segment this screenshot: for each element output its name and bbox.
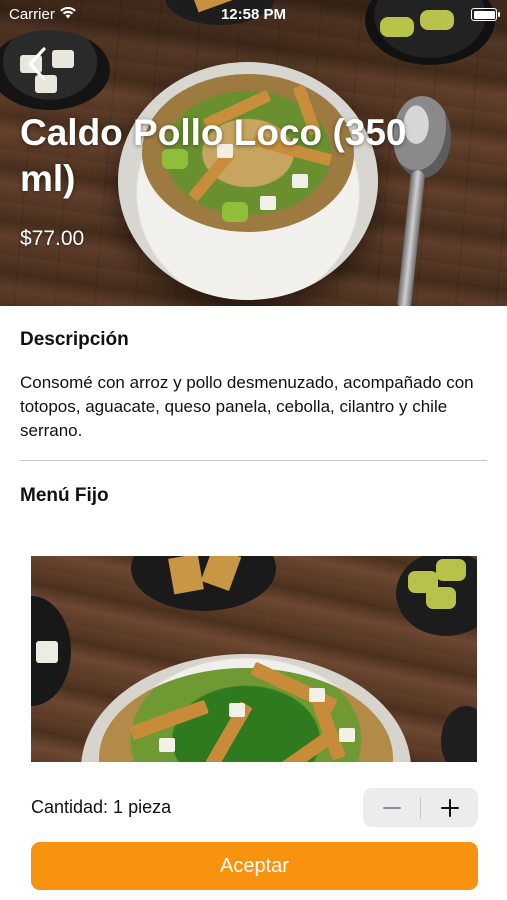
status-bar: Carrier 12:58 PM: [0, 0, 507, 30]
side-bowl: [31, 596, 71, 706]
quantity-label: Cantidad: 1 pieza: [31, 797, 172, 817]
chevron-left-icon: [28, 47, 46, 81]
back-button[interactable]: [22, 44, 56, 84]
quantity-stepper[interactable]: [363, 788, 478, 827]
side-bowl: [131, 556, 276, 611]
plus-icon: [440, 798, 459, 817]
menu-item-image: [31, 556, 477, 762]
divider: [20, 460, 487, 461]
product-title: Caldo Pollo Loco (350 ml): [20, 112, 407, 199]
description-heading: Descripción: [20, 329, 129, 350]
clock: 12:58 PM: [220, 6, 287, 23]
spoon: [441, 706, 477, 762]
battery-icon: [471, 8, 500, 21]
product-price: $77.00: [20, 227, 85, 250]
decrement-button[interactable]: [363, 788, 420, 827]
increment-button[interactable]: [421, 788, 478, 827]
minus-icon: [382, 806, 401, 809]
accept-button[interactable]: Aceptar: [31, 842, 478, 890]
side-bowl: [396, 556, 477, 636]
menu-heading: Menú Fijo: [20, 485, 109, 506]
description-text: Consomé con arroz y pollo desmenuzado, a…: [20, 373, 474, 440]
